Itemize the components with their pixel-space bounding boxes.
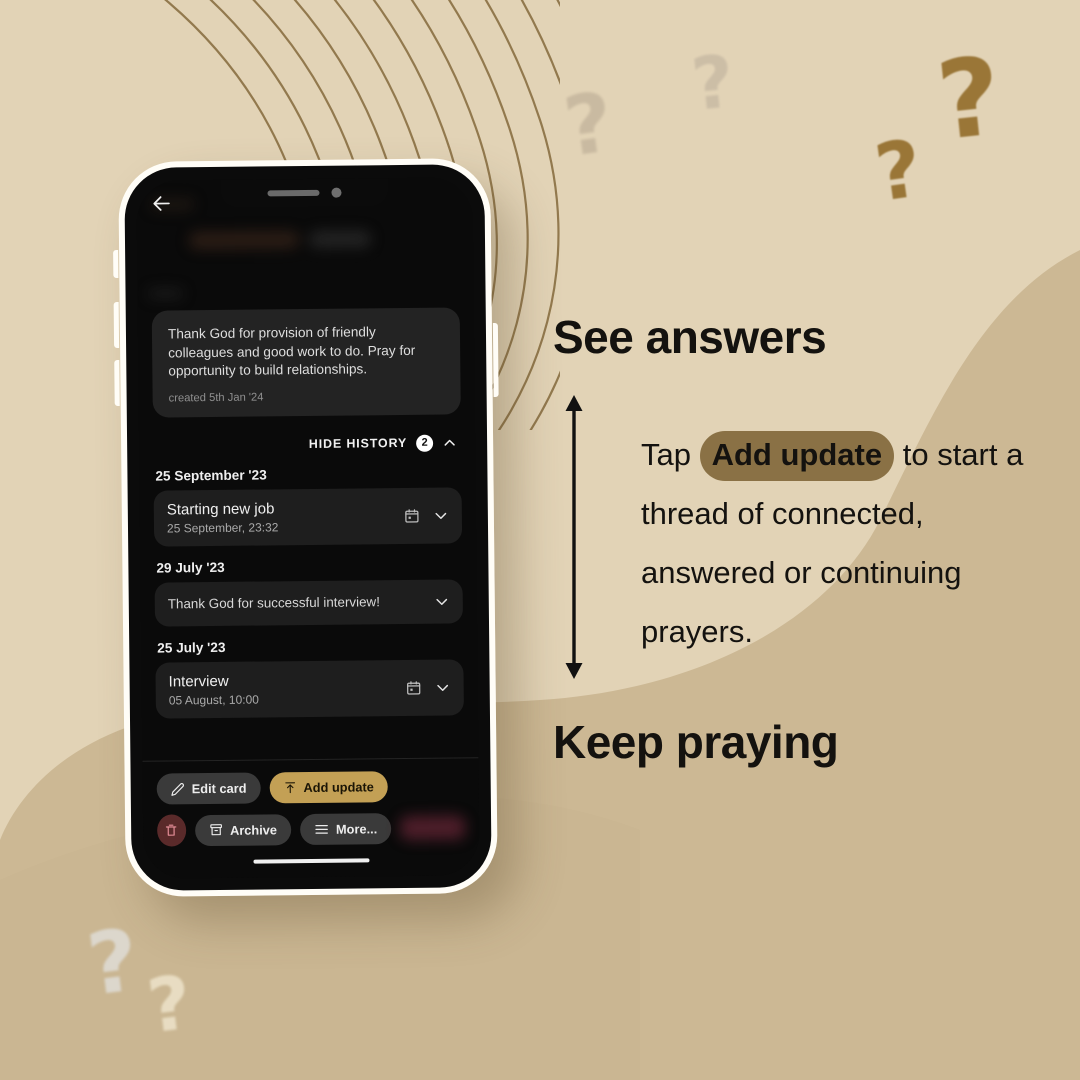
action-row-secondary: Archive More... — [156, 811, 466, 847]
action-bar: Edit card Add update Archive More... — [142, 757, 480, 879]
trash-icon — [166, 824, 177, 836]
history-entry-subtitle: 25 September, 23:32 — [166, 519, 279, 535]
archive-icon — [210, 824, 222, 836]
history-entry-card[interactable]: Interview 05 August, 10:00 — [155, 658, 464, 719]
add-update-label: Add update — [303, 779, 374, 796]
hide-history-label: HIDE HISTORY — [308, 435, 408, 451]
headline-see-answers: See answers — [553, 311, 827, 363]
add-update-button[interactable]: Add update — [269, 771, 389, 804]
prayer-card-text: Thank God for provision of friendly coll… — [167, 324, 416, 379]
action-row-primary: Edit card Add update — [156, 770, 465, 805]
hide-history-toggle[interactable]: HIDE HISTORY 2 — [153, 434, 461, 454]
add-update-highlight-pill: Add update — [699, 431, 895, 481]
delete-button[interactable] — [156, 814, 187, 847]
volume-down-button[interactable] — [114, 359, 120, 407]
history-date-heading: 25 July '23 — [157, 639, 226, 656]
promo-body-copy: Tap Add update to start a thread of conn… — [641, 425, 1041, 661]
calendar-icon[interactable] — [404, 507, 420, 523]
history-list: 25 September '23 Starting new job 25 Septe… — [153, 465, 464, 719]
volume-up-button[interactable] — [113, 301, 120, 349]
promo-graphic: ?????? See answers Tap Add update to sta… — [0, 0, 1080, 1080]
body-copy-before: Tap — [641, 437, 700, 472]
edit-card-label: Edit card — [191, 780, 247, 797]
back-arrow-icon[interactable] — [150, 192, 172, 214]
blurred-action-blob — [400, 815, 466, 841]
headline-keep-praying: Keep praying — [553, 716, 839, 768]
phone-mockup: Thank God for provision of friendly coll… — [113, 158, 499, 897]
power-button[interactable] — [492, 323, 499, 398]
question-mark-5: ? — [82, 910, 144, 1016]
edit-card-button[interactable]: Edit card — [156, 772, 261, 805]
earpiece-speaker-icon — [267, 189, 320, 197]
pencil-icon — [171, 782, 184, 796]
archive-label: Archive — [229, 821, 278, 838]
question-mark-4: ? — [931, 34, 1007, 165]
history-count-badge: 2 — [416, 434, 434, 452]
silent-switch[interactable] — [113, 249, 119, 279]
history-date-heading: 25 September '23 — [155, 466, 267, 484]
chevron-up-icon[interactable] — [442, 435, 457, 450]
history-entry-icons — [426, 593, 450, 609]
more-label: More... — [335, 820, 378, 837]
history-entry-title: Starting new job — [166, 499, 275, 518]
archive-button[interactable]: Archive — [194, 813, 292, 846]
prayer-card-created: created 5th Jan '24 — [168, 390, 264, 404]
chevron-down-icon[interactable] — [435, 679, 451, 695]
phone-frame: Thank God for provision of friendly coll… — [113, 158, 499, 897]
history-entry-icons — [398, 679, 451, 696]
history-entry-subtitle: 05 August, 10:00 — [168, 692, 259, 707]
history-date-heading: 29 July '23 — [156, 559, 225, 576]
question-mark-6: ? — [142, 959, 197, 1051]
calendar-icon[interactable] — [406, 679, 422, 695]
home-indicator — [253, 858, 370, 864]
hamburger-icon — [315, 824, 328, 834]
history-entry-title: Thank God for successful interview! — [167, 594, 380, 612]
phone-body: Thank God for provision of friendly coll… — [124, 164, 492, 891]
chevron-down-icon[interactable] — [434, 593, 450, 609]
vertical-double-arrow — [565, 395, 583, 679]
app-screen: Thank God for provision of friendly coll… — [136, 177, 480, 879]
chevron-down-icon[interactable] — [433, 507, 449, 523]
front-camera-icon — [331, 187, 342, 198]
prayer-card[interactable]: Thank God for provision of friendly coll… — [151, 307, 461, 418]
history-entry-text: Interview 05 August, 10:00 — [169, 671, 398, 707]
question-mark-2: ? — [687, 39, 739, 127]
more-button[interactable]: More... — [299, 812, 392, 845]
device-notch — [220, 178, 389, 208]
history-entry-text: Thank God for successful interview! — [167, 594, 426, 612]
history-entry-text: Starting new job 25 September, 23:32 — [167, 499, 396, 535]
upload-icon — [285, 782, 295, 794]
history-entry-card[interactable]: Starting new job 25 September, 23:32 — [153, 486, 463, 547]
history-entry-title: Interview — [168, 672, 229, 690]
history-entry-card[interactable]: Thank God for successful interview! — [154, 578, 464, 627]
history-entry-icons — [396, 507, 449, 524]
